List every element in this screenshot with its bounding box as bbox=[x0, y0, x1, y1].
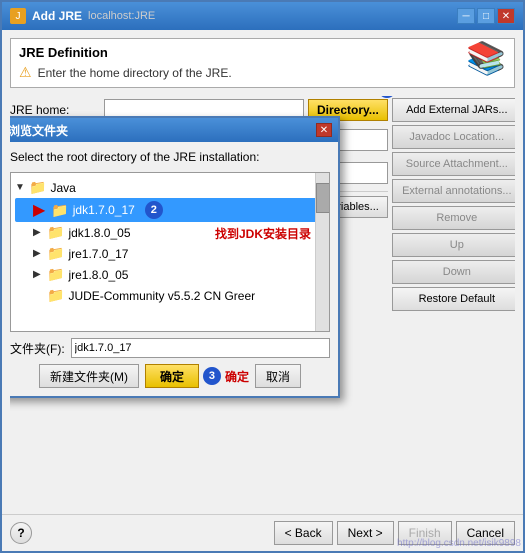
warning-icon: ⚠ bbox=[19, 64, 32, 81]
up-button[interactable]: Up bbox=[392, 233, 515, 257]
jdk-arrow-icon: ▶ bbox=[33, 200, 45, 220]
header-description: ⚠ Enter the home directory of the JRE. bbox=[19, 64, 506, 81]
tree-label-java: Java bbox=[50, 181, 75, 195]
books-icon: 📚 bbox=[466, 39, 506, 77]
form-area: JRE home: Directory... 1 点击 JRE name: De… bbox=[10, 96, 388, 506]
tree-toggle-jre17: ▶ bbox=[33, 248, 43, 259]
folder-icon-java: 📁 bbox=[29, 179, 46, 196]
add-external-jars-button[interactable]: Add External JARs... bbox=[392, 98, 515, 122]
scrollbar-thumb[interactable] bbox=[316, 183, 330, 213]
tree-label-jre17: jre1.7.0_17 bbox=[68, 247, 128, 261]
right-panel: Add External JARs... Javadoc Location...… bbox=[392, 96, 515, 506]
annotation-circle-3: 3 bbox=[203, 367, 221, 385]
jre-definition-header: JRE Definition ⚠ Enter the home director… bbox=[10, 38, 515, 88]
tree-label-jude: JUDE-Community v5.5.2 CN Greer bbox=[68, 289, 255, 303]
maximize-button[interactable]: □ bbox=[477, 8, 495, 24]
source-attachment-button[interactable]: Source Attachment... bbox=[392, 152, 515, 176]
tree-item-jre18[interactable]: ▶ 📁 jre1.8.0_05 bbox=[15, 264, 325, 285]
dialog-file-input[interactable] bbox=[71, 338, 330, 358]
minimize-button[interactable]: ─ bbox=[457, 8, 475, 24]
section-title: JRE Definition bbox=[19, 45, 506, 60]
ok-annotation: 确定 bbox=[225, 368, 249, 385]
ok-btn-group: 确定 3 确定 bbox=[145, 364, 249, 388]
window-title: Add JRE bbox=[32, 9, 82, 23]
tree-item-jdk17[interactable]: ▶ 📁 jdk1.7.0_17 2 bbox=[15, 198, 325, 222]
title-controls: ─ □ ✕ bbox=[457, 8, 515, 24]
dialog-file-row: 文件夹(F): bbox=[10, 338, 330, 358]
jre-home-label: JRE home: bbox=[10, 103, 100, 117]
next-button[interactable]: Next > bbox=[337, 521, 394, 545]
restore-default-button[interactable]: Restore Default bbox=[392, 287, 515, 311]
tree-label-jdk17: jdk1.7.0_17 bbox=[73, 203, 135, 217]
dialog-close-button[interactable]: ✕ bbox=[316, 123, 332, 137]
bottom-left: ? bbox=[10, 522, 32, 544]
folder-icon-jude: 📁 bbox=[47, 287, 64, 304]
title-bar: J Add JRE localhost:JRE ─ □ ✕ bbox=[2, 2, 523, 30]
main-window: J Add JRE localhost:JRE ─ □ ✕ JRE Defini… bbox=[0, 0, 525, 553]
dialog-title-bar: 浏览文件夹 ✕ bbox=[10, 118, 338, 142]
tree-item-java[interactable]: ▼ 📁 Java bbox=[15, 177, 325, 198]
back-button[interactable]: < Back bbox=[274, 521, 333, 545]
watermark: http://blog.csdn.net/isik9898 bbox=[395, 536, 523, 551]
dialog-title: 浏览文件夹 bbox=[10, 122, 68, 139]
window-subtitle: localhost:JRE bbox=[88, 10, 155, 22]
annotation-circle-2: 2 bbox=[145, 201, 163, 219]
down-button[interactable]: Down bbox=[392, 260, 515, 284]
dialog-description: Select the root directory of the JRE ins… bbox=[10, 150, 330, 164]
folder-tree[interactable]: ▼ 📁 Java ▶ 📁 jdk1.7.0_17 2 bbox=[10, 172, 330, 332]
tree-item-jude[interactable]: 📁 JUDE-Community v5.5.2 CN Greer bbox=[15, 285, 325, 306]
form-panel-container: JRE home: Directory... 1 点击 JRE name: De… bbox=[10, 96, 515, 506]
browse-folder-dialog: 浏览文件夹 ✕ Select the root directory of the… bbox=[10, 116, 340, 398]
tree-label-jdk18: jdk1.8.0_05 bbox=[68, 226, 130, 240]
close-button[interactable]: ✕ bbox=[497, 8, 515, 24]
header-desc-text: Enter the home directory of the JRE. bbox=[38, 66, 232, 80]
tree-toggle-jre18: ▶ bbox=[33, 269, 43, 280]
dianji-annotation: 点击 bbox=[320, 96, 346, 97]
main-content: JRE Definition ⚠ Enter the home director… bbox=[2, 30, 523, 514]
window-icon: J bbox=[10, 8, 26, 24]
folder-icon-jdk18: 📁 bbox=[47, 224, 64, 241]
find-jdk-annotation: 找到JDK安装目录 bbox=[215, 225, 311, 242]
javadoc-location-button[interactable]: Javadoc Location... bbox=[392, 125, 515, 149]
folder-icon-jre18: 📁 bbox=[47, 266, 64, 283]
tree-scrollbar[interactable] bbox=[315, 173, 329, 331]
external-annotations-button[interactable]: External annotations... bbox=[392, 179, 515, 203]
tree-toggle-java: ▼ bbox=[15, 182, 25, 193]
ok-button[interactable]: 确定 bbox=[145, 364, 199, 388]
tree-label-jre18: jre1.8.0_05 bbox=[68, 268, 128, 282]
dialog-buttons: 新建文件夹(M) 确定 3 确定 取消 bbox=[10, 364, 330, 388]
tree-item-jre17[interactable]: ▶ 📁 jre1.7.0_17 bbox=[15, 243, 325, 264]
dialog-file-label: 文件夹(F): bbox=[10, 340, 65, 357]
cancel-button[interactable]: 取消 bbox=[255, 364, 301, 388]
dialog-content: Select the root directory of the JRE ins… bbox=[10, 142, 338, 396]
remove-button[interactable]: Remove bbox=[392, 206, 515, 230]
new-folder-button[interactable]: 新建文件夹(M) bbox=[39, 364, 139, 388]
folder-icon-jre17: 📁 bbox=[47, 245, 64, 262]
tree-toggle-jdk18: ▶ bbox=[33, 227, 43, 238]
folder-icon-jdk17: 📁 bbox=[51, 202, 68, 219]
help-button[interactable]: ? bbox=[10, 522, 32, 544]
